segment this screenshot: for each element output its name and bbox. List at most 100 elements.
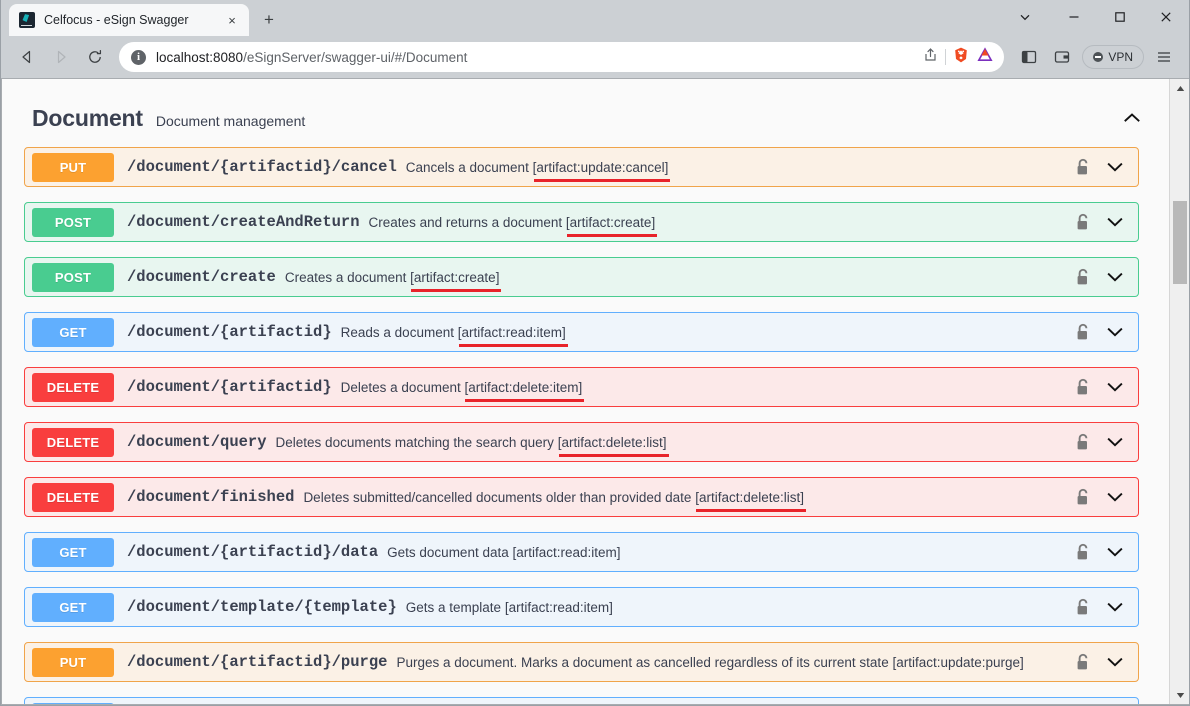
- operation-path: /document/{artifactid}: [127, 378, 332, 396]
- page-scrollbar[interactable]: [1169, 79, 1189, 704]
- operation-row[interactable]: PUT/document/{artifactid}/purge Purges a …: [24, 642, 1139, 682]
- operation-scope-tag: [artifact:read:item]: [512, 544, 621, 560]
- vpn-label: VPN: [1108, 50, 1133, 64]
- new-tab-button[interactable]: +: [255, 6, 283, 34]
- url-text: localhost:8080/eSignServer/swagger-ui/#/…: [156, 49, 468, 65]
- http-method-badge: GET: [32, 702, 114, 704]
- operation-scope-tag: [artifact:create]: [410, 269, 500, 285]
- chevron-up-icon[interactable]: [1115, 101, 1149, 135]
- unlocked-padlock-icon[interactable]: [1075, 543, 1092, 562]
- operation-description: Gets a template [artifact:read:item]: [406, 600, 613, 615]
- operation-row[interactable]: GET/document/template/{template} Gets a t…: [24, 587, 1139, 627]
- chevron-down-icon[interactable]: [1104, 486, 1126, 508]
- operation-summary-text: Gets document data: [387, 544, 513, 560]
- operation-summary-text: Purges a document. Marks a document as c…: [396, 654, 893, 670]
- chevron-down-icon[interactable]: [1104, 431, 1126, 453]
- chevron-down-icon[interactable]: [1104, 376, 1126, 398]
- unlocked-padlock-icon[interactable]: [1075, 488, 1092, 507]
- esign-favicon-icon: [19, 12, 35, 28]
- unlocked-padlock-icon[interactable]: [1075, 378, 1092, 397]
- chevron-down-icon[interactable]: [1104, 596, 1126, 618]
- scrollbar-thumb[interactable]: [1173, 201, 1187, 284]
- operation-summary-text: Gets a template: [405, 599, 505, 615]
- scroll-down-arrow-icon[interactable]: [1170, 686, 1189, 704]
- window-controls: [999, 0, 1189, 34]
- hamburger-menu-icon[interactable]: [1149, 42, 1179, 72]
- chevron-down-icon[interactable]: [1104, 156, 1126, 178]
- document-section-header[interactable]: Document Document management: [2, 79, 1169, 147]
- browser-tab[interactable]: Celfocus - eSign Swagger ×: [9, 4, 249, 36]
- tab-search-chevron-down-icon[interactable]: [999, 0, 1051, 34]
- operation-path: /document/template/{template}: [127, 598, 397, 616]
- brave-triangle-icon[interactable]: [976, 46, 994, 69]
- http-method-badge: DELETE: [32, 427, 114, 457]
- address-bar[interactable]: i localhost:8080/eSignServer/swagger-ui/…: [119, 42, 1005, 72]
- operation-path: /document/query: [127, 433, 267, 451]
- sidebar-panel-icon[interactable]: [1014, 42, 1044, 72]
- http-method-badge: PUT: [32, 647, 114, 677]
- operations-list: PUT/document/{artifactid}/cancel Cancels …: [2, 147, 1169, 704]
- unlocked-padlock-icon[interactable]: [1075, 158, 1092, 177]
- close-tab-icon[interactable]: ×: [223, 11, 241, 29]
- navigation-toolbar: i localhost:8080/eSignServer/swagger-ui/…: [1, 36, 1189, 78]
- operation-description: Gets document data [artifact:read:item]: [387, 545, 620, 560]
- operation-description: Cancels a document [artifact:update:canc…: [406, 160, 669, 175]
- back-arrow-icon[interactable]: [11, 42, 43, 72]
- operation-row[interactable]: POST/document/create Creates a document […: [24, 257, 1139, 297]
- unlocked-padlock-icon[interactable]: [1075, 268, 1092, 287]
- operation-row[interactable]: GET/document/{artifactid} Reads a documen…: [24, 312, 1139, 352]
- operation-summary-text: Creates and returns a document: [368, 214, 566, 230]
- reload-icon[interactable]: [79, 42, 111, 72]
- operation-row[interactable]: DELETE/document/finished Deletes submitte…: [24, 477, 1139, 517]
- unlocked-padlock-icon[interactable]: [1075, 323, 1092, 342]
- chevron-down-icon[interactable]: [1104, 266, 1126, 288]
- operation-scope-tag: [artifact:delete:list]: [557, 434, 667, 450]
- page-subtitle: Document management: [155, 112, 306, 129]
- http-method-badge: PUT: [32, 152, 114, 182]
- operation-scope-tag: [artifact:delete:list]: [695, 489, 804, 505]
- operation-summary-text: Reads a document: [340, 324, 458, 340]
- operation-path: /document/finished: [127, 488, 295, 506]
- operation-row[interactable]: DELETE/document/{artifactid} Deletes a do…: [24, 367, 1139, 407]
- chevron-down-icon[interactable]: [1104, 321, 1126, 343]
- chevron-down-icon[interactable]: [1104, 211, 1126, 233]
- operation-path: /document/{artifactid}: [127, 323, 332, 341]
- chevron-down-icon[interactable]: [1104, 651, 1126, 673]
- operation-row[interactable]: GET/document/{artifactid}/data Gets docum…: [24, 532, 1139, 572]
- close-window-button[interactable]: [1143, 0, 1189, 34]
- operation-summary-text: Deletes a document: [340, 379, 465, 395]
- wallet-icon[interactable]: [1047, 42, 1077, 72]
- operation-row[interactable]: GET: [24, 697, 1139, 704]
- maximize-button[interactable]: [1097, 0, 1143, 34]
- chevron-down-icon[interactable]: [1104, 541, 1126, 563]
- http-method-badge: GET: [32, 317, 114, 347]
- unlocked-padlock-icon[interactable]: [1075, 213, 1092, 232]
- operation-path: /document/{artifactid}/purge: [127, 653, 388, 671]
- minimize-button[interactable]: [1051, 0, 1097, 34]
- page-title: Document: [32, 104, 143, 131]
- vpn-status-icon: [1093, 52, 1104, 62]
- operation-description: Deletes documents matching the search qu…: [276, 435, 667, 450]
- http-method-badge: DELETE: [32, 482, 114, 512]
- unlocked-padlock-icon[interactable]: [1075, 433, 1092, 452]
- toolbar-divider: [945, 49, 947, 65]
- operation-row[interactable]: POST/document/createAndReturn Creates and…: [24, 202, 1139, 242]
- operation-row[interactable]: PUT/document/{artifactid}/cancel Cancels …: [24, 147, 1139, 187]
- info-circle-icon[interactable]: i: [131, 49, 146, 65]
- operation-description: Deletes a document [artifact:delete:item…: [341, 380, 583, 395]
- browser-window: Celfocus - eSign Swagger × + i localhost…: [0, 0, 1190, 706]
- vpn-toggle-button[interactable]: VPN: [1082, 45, 1144, 69]
- browser-toolbar-right: VPN: [1014, 42, 1179, 72]
- title-bar: Celfocus - eSign Swagger × +: [1, 0, 1189, 36]
- scroll-up-arrow-icon[interactable]: [1170, 79, 1189, 97]
- http-method-badge: GET: [32, 592, 114, 622]
- unlocked-padlock-icon[interactable]: [1075, 653, 1092, 672]
- operation-row[interactable]: DELETE/document/query Deletes documents m…: [24, 422, 1139, 462]
- unlocked-padlock-icon[interactable]: [1075, 598, 1092, 617]
- operation-path: /document/{artifactid}/data: [127, 543, 379, 561]
- operation-scope-tag: [artifact:read:item]: [457, 324, 566, 340]
- forward-arrow-icon: [45, 42, 77, 72]
- tab-title: Celfocus - eSign Swagger: [44, 13, 189, 27]
- brave-lion-icon[interactable]: [952, 46, 970, 69]
- share-icon[interactable]: [922, 46, 939, 68]
